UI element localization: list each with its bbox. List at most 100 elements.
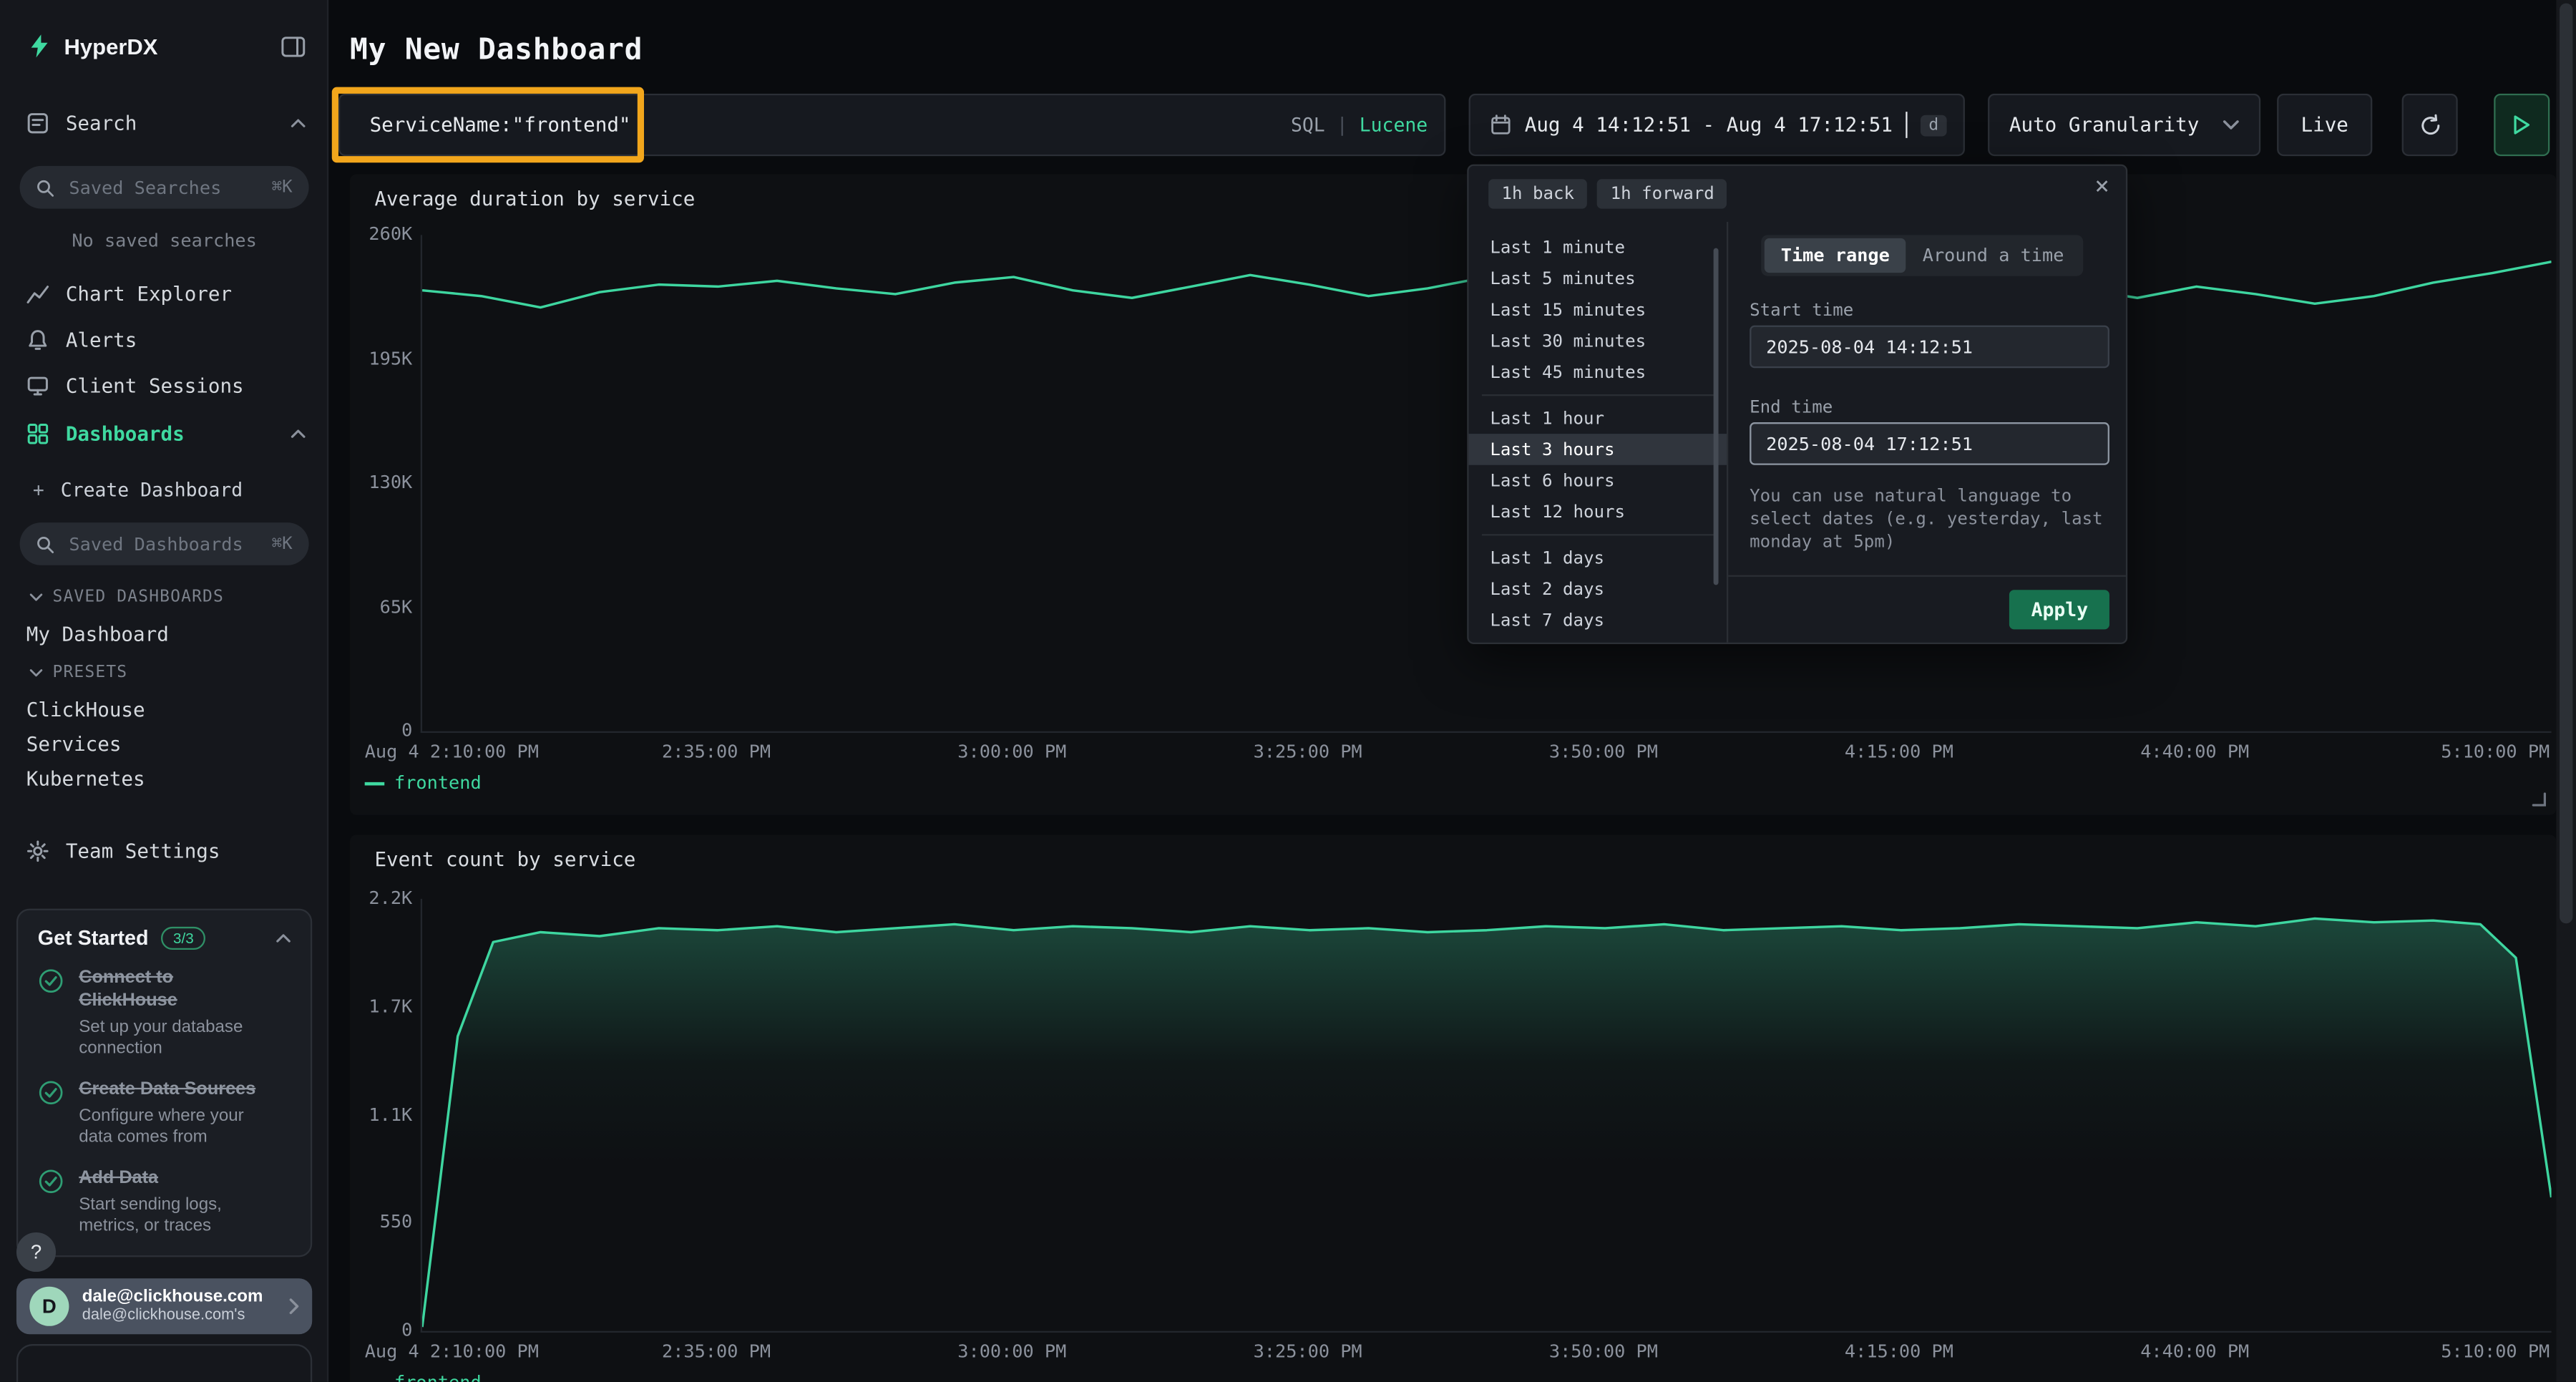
x-tick: 5:10:00 PM bbox=[2441, 1340, 2550, 1362]
dashboard-item-my-dashboard[interactable]: My Dashboard bbox=[0, 616, 328, 651]
time-option[interactable]: Last 15 minutes bbox=[1469, 294, 1727, 326]
y-tick: 550 bbox=[380, 1213, 413, 1233]
get-started-item-sources[interactable]: Create Data Sources Configure where your… bbox=[38, 1079, 291, 1150]
section-presets[interactable]: PRESETS bbox=[0, 659, 328, 686]
legend-frontend[interactable]: frontend bbox=[365, 772, 482, 794]
lucene-toggle[interactable]: Lucene bbox=[1360, 113, 1428, 136]
y-tick: 130K bbox=[369, 473, 412, 493]
page-scrollbar-thumb[interactable] bbox=[2560, 4, 2572, 924]
question-mark-icon: ? bbox=[31, 1240, 42, 1263]
time-option[interactable]: Last 1 days bbox=[1469, 542, 1727, 574]
resize-handle-icon[interactable] bbox=[2532, 792, 2547, 807]
sidebar-header: HyperDX bbox=[0, 0, 328, 92]
time-option[interactable]: Last 2 days bbox=[1469, 573, 1727, 605]
preset-item-clickhouse[interactable]: ClickHouse bbox=[0, 692, 328, 726]
time-range-picker[interactable]: Aug 4 14:12:51 - Aug 4 17:12:51 d bbox=[1469, 94, 1965, 156]
line-chart bbox=[422, 899, 2552, 1331]
time-option[interactable]: Last 12 hours bbox=[1469, 496, 1727, 527]
tab-around-a-time[interactable]: Around a time bbox=[1906, 238, 2081, 273]
brand[interactable]: HyperDX bbox=[26, 33, 281, 59]
sidebar-item-chart-explorer[interactable]: Chart Explorer bbox=[0, 273, 328, 316]
y-tick: 260K bbox=[369, 225, 412, 245]
y-axis: 2.2K 1.7K 1.1K 550 0 bbox=[350, 889, 412, 1340]
dashboards-grid-icon bbox=[26, 422, 49, 445]
preset-item-label: Services bbox=[26, 732, 122, 755]
sidebar-item-dashboards[interactable]: Dashboards bbox=[0, 411, 328, 457]
granularity-select[interactable]: Auto Granularity bbox=[1988, 94, 2260, 156]
search-query-input[interactable] bbox=[366, 112, 1278, 138]
x-tick: 2:35:00 PM bbox=[662, 1340, 771, 1362]
close-icon[interactable]: × bbox=[2094, 174, 2109, 198]
get-started-item-title: Add Data bbox=[79, 1168, 263, 1191]
x-axis: Aug 4 2:10:00 PM 2:35:00 PM 3:00:00 PM 3… bbox=[421, 741, 2550, 764]
sidebar-item-search[interactable]: Search bbox=[0, 102, 328, 145]
time-option[interactable]: Last 14 days bbox=[1469, 636, 1727, 643]
saved-dashboards-search[interactable]: ⌘K bbox=[20, 522, 309, 565]
monitor-icon bbox=[26, 374, 49, 397]
sidebar-item-label: Dashboards bbox=[66, 422, 275, 445]
time-option[interactable]: Last 1 hour bbox=[1469, 402, 1727, 434]
time-option[interactable]: Last 30 minutes bbox=[1469, 326, 1727, 357]
search-icon bbox=[26, 112, 49, 135]
query-language-toggle: SQL | Lucene bbox=[1291, 113, 1428, 136]
legend-label: frontend bbox=[394, 772, 482, 794]
time-option[interactable]: Last 6 hours bbox=[1469, 465, 1727, 497]
time-option[interactable]: Last 7 days bbox=[1469, 605, 1727, 636]
natural-language-hint: You can use natural language to select d… bbox=[1750, 485, 2117, 555]
time-option[interactable]: Last 5 minutes bbox=[1469, 263, 1727, 294]
refresh-button[interactable] bbox=[2402, 94, 2458, 156]
chart-title: Event count by service bbox=[374, 848, 635, 871]
time-option[interactable]: Last 1 minute bbox=[1469, 232, 1727, 263]
saved-dashboards-input[interactable] bbox=[66, 532, 260, 556]
page-title: My New Dashboard bbox=[350, 33, 643, 67]
get-started-item-connect[interactable]: Connect to ClickHouse Set up your databa… bbox=[38, 968, 291, 1061]
section-saved-dashboards[interactable]: SAVED DASHBOARDS bbox=[0, 583, 328, 610]
user-menu[interactable]: D dale@clickhouse.com dale@clickhouse.co… bbox=[16, 1278, 312, 1334]
end-time-label: End time bbox=[1750, 398, 1833, 418]
sidebar-item-label: Search bbox=[66, 112, 275, 135]
run-query-button[interactable] bbox=[2494, 94, 2550, 156]
help-button[interactable]: ? bbox=[16, 1232, 56, 1272]
time-option[interactable]: Last 45 minutes bbox=[1469, 356, 1727, 388]
sidebar-item-alerts[interactable]: Alerts bbox=[0, 318, 328, 361]
text-caret bbox=[1906, 112, 1907, 138]
shift-back-button[interactable]: 1h back bbox=[1488, 179, 1587, 208]
chevron-right-icon bbox=[289, 1298, 299, 1315]
preset-item-kubernetes[interactable]: Kubernetes bbox=[0, 761, 328, 795]
progress-badge: 3/3 bbox=[162, 927, 205, 950]
y-tick: 0 bbox=[401, 721, 412, 741]
preset-item-services[interactable]: Services bbox=[0, 726, 328, 761]
get-started-item-title: Connect to ClickHouse bbox=[79, 968, 263, 1013]
page-scrollbar-track bbox=[2556, 0, 2576, 1382]
calendar-icon bbox=[1490, 113, 1511, 136]
keyboard-hint-badge: d bbox=[1921, 115, 1947, 136]
time-picker-footer: Apply bbox=[1728, 575, 2126, 643]
sidebar-toggle-icon[interactable] bbox=[281, 35, 306, 57]
get-started-item-add-data[interactable]: Add Data Start sending logs, metrics, or… bbox=[38, 1168, 291, 1239]
time-picker-popover: 1h back 1h forward × Last 1 minute Last … bbox=[1467, 165, 2127, 644]
sql-toggle[interactable]: SQL bbox=[1291, 113, 1325, 136]
get-started-header[interactable]: Get Started 3/3 bbox=[38, 927, 291, 950]
sidebar: HyperDX Search ⌘K No saved searches bbox=[0, 0, 328, 1382]
saved-searches-search[interactable]: ⌘K bbox=[20, 166, 309, 209]
brand-name: HyperDX bbox=[64, 34, 158, 58]
chart-icon bbox=[26, 283, 49, 306]
avatar: D bbox=[29, 1287, 69, 1326]
apply-button[interactable]: Apply bbox=[2010, 590, 2109, 629]
legend-frontend[interactable]: frontend bbox=[365, 1372, 482, 1382]
sidebar-item-team-settings[interactable]: Team Settings bbox=[0, 829, 328, 872]
time-option-selected[interactable]: Last 3 hours bbox=[1469, 434, 1727, 465]
get-started-item-desc: Start sending logs, metrics, or traces bbox=[79, 1194, 263, 1239]
create-dashboard-button[interactable]: + Create Dashboard bbox=[0, 473, 328, 506]
end-time-input[interactable] bbox=[1750, 422, 2109, 465]
time-picker-tabs: Time range Around a time bbox=[1761, 235, 2084, 276]
start-time-input[interactable] bbox=[1750, 326, 2109, 369]
tab-time-range[interactable]: Time range bbox=[1765, 238, 1906, 273]
check-circle-icon bbox=[38, 1079, 64, 1106]
saved-searches-input[interactable] bbox=[66, 175, 260, 200]
granularity-value: Auto Granularity bbox=[2009, 113, 2210, 136]
list-scrollbar-thumb[interactable] bbox=[1714, 248, 1719, 585]
live-button[interactable]: Live bbox=[2277, 94, 2372, 156]
shift-forward-button[interactable]: 1h forward bbox=[1597, 179, 1727, 208]
sidebar-item-client-sessions[interactable]: Client Sessions bbox=[0, 365, 328, 408]
